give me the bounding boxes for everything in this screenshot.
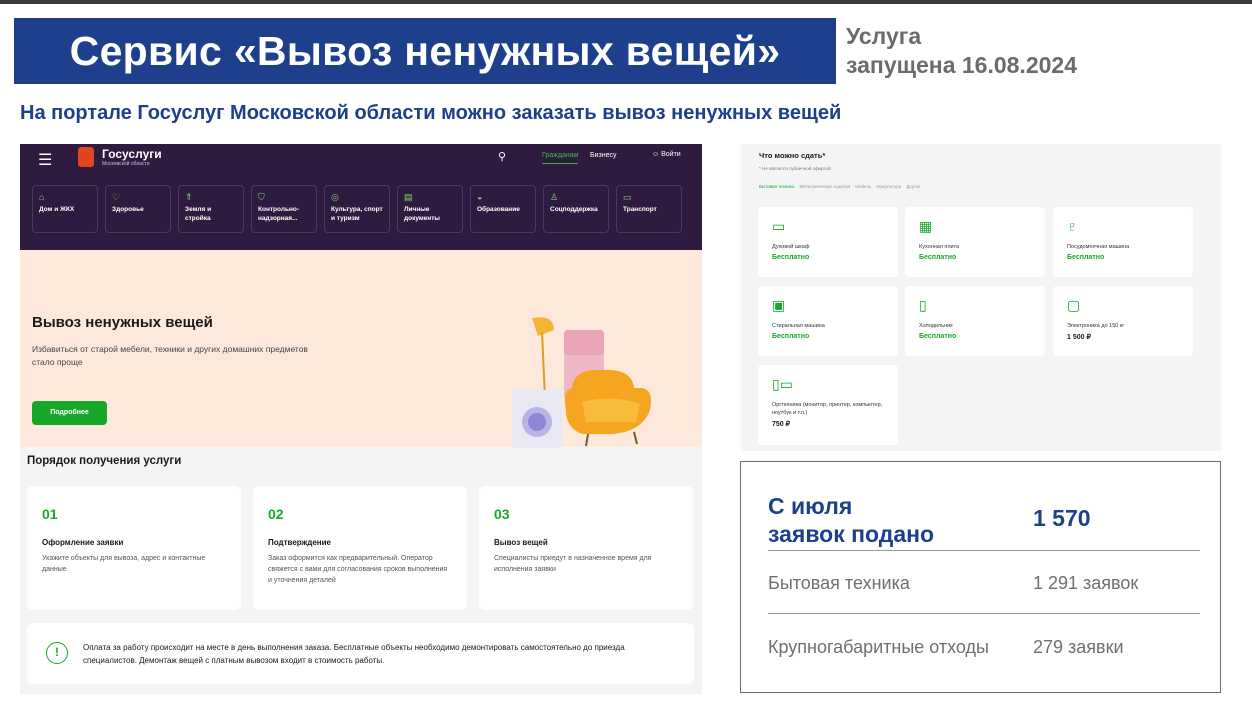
support-icon: ♙ bbox=[550, 192, 559, 202]
dishwasher-icon: ♇ bbox=[1067, 218, 1078, 234]
category-culture[interactable]: ◎ Культура, спорт и туризм bbox=[324, 185, 390, 233]
catalog-disclaimer: * Не является публичной офертой bbox=[759, 166, 831, 171]
category-housing[interactable]: ⌂ Дом и ЖКХ bbox=[32, 185, 98, 233]
brand-name[interactable]: Госуслуги bbox=[102, 147, 162, 161]
payment-note: ! Оплата за работу происходит на месте в… bbox=[27, 623, 694, 684]
washing-machine-icon: ▣ bbox=[772, 297, 786, 313]
divider bbox=[768, 613, 1200, 614]
category-health[interactable]: ♡ Здоровье bbox=[105, 185, 171, 233]
shield-icon: ⛉ bbox=[258, 192, 265, 202]
catalog-tabs: Бытовая техника Металлические изделия Ме… bbox=[759, 184, 921, 189]
catalog-item[interactable]: ▣ Стиральная машина Бесплатно bbox=[758, 286, 898, 356]
catalog-item[interactable]: ♇ Посудомоечная машина Бесплатно bbox=[1053, 207, 1193, 277]
catalog-item[interactable]: ▦ Кухонная плита Бесплатно bbox=[905, 207, 1045, 277]
slide-title-banner: Сервис «Вывоз ненужных вещей» bbox=[14, 18, 836, 84]
step-text: Специалисты приедут в назначенное время … bbox=[494, 555, 652, 573]
catalog-item[interactable]: ▢ Электроника до 150 кг 1 500 ₽ bbox=[1053, 286, 1193, 356]
info-icon: ! bbox=[46, 642, 68, 664]
category-transport[interactable]: ▭ Транспорт bbox=[616, 185, 682, 233]
slide-title: Сервис «Вывоз ненужных вещей» bbox=[69, 27, 781, 74]
category-documents[interactable]: ▤ Личные документы bbox=[397, 185, 463, 233]
order-steps: 01 Оформление заявки Укажите объекты для… bbox=[27, 486, 693, 610]
nav-citizens-tab[interactable]: Гражданам bbox=[542, 152, 579, 164]
top-divider bbox=[0, 0, 1252, 4]
step-number: 02 bbox=[268, 506, 284, 522]
divider bbox=[768, 550, 1200, 551]
stove-icon: ▦ bbox=[919, 218, 933, 234]
coat-of-arms-logo bbox=[78, 147, 94, 167]
more-button[interactable]: Подробнее bbox=[32, 401, 107, 425]
category-education[interactable]: ◒ Образование bbox=[470, 185, 536, 233]
catalog-item[interactable]: ▭ Духовой шкаф Бесплатно bbox=[758, 207, 898, 277]
category-social[interactable]: ♙ Соцподдержка bbox=[543, 185, 609, 233]
menu-icon[interactable]: ☰ bbox=[38, 150, 52, 170]
step-number: 03 bbox=[494, 506, 510, 522]
tab-other[interactable]: Другое bbox=[906, 184, 920, 189]
payment-note-text: Оплата за работу происходит на месте в д… bbox=[83, 643, 625, 665]
catalog-title: Что можно сдать* bbox=[759, 151, 826, 160]
bus-icon: ▭ bbox=[623, 192, 632, 202]
stats-row-label: Крупногабаритные отходы bbox=[768, 637, 989, 657]
stats-row-label: Бытовая техника bbox=[768, 573, 910, 593]
hero-title: Вывоз ненужных вещей bbox=[32, 314, 213, 331]
tab-metal[interactable]: Металлические изделия bbox=[799, 184, 850, 189]
launch-date: Услуга запущена 16.08.2024 bbox=[846, 23, 1077, 78]
hero-banner: Вывоз ненужных вещей Избавиться от старо… bbox=[20, 250, 702, 448]
step-title: Вывоз вещей bbox=[494, 538, 548, 547]
oven-icon: ▭ bbox=[772, 218, 786, 234]
search-icon[interactable]: ⚲ bbox=[498, 150, 506, 163]
stats-label: С июля заявок подано bbox=[768, 493, 935, 547]
step-text: Заказ оформится как предварительный. Опе… bbox=[268, 555, 448, 584]
step-text: Укажите объекты для вывоза, адрес и конт… bbox=[42, 555, 206, 573]
category-control[interactable]: ⛉ Контрольно-надзорная... bbox=[251, 185, 317, 233]
category-land[interactable]: ⇑ Земля и стройка bbox=[178, 185, 244, 233]
document-icon: ▤ bbox=[404, 192, 413, 202]
step-card: 01 Оформление заявки Укажите объекты для… bbox=[27, 486, 241, 610]
brand-subtitle: Московской области bbox=[102, 161, 150, 167]
tab-furniture[interactable]: Мебель bbox=[855, 184, 871, 189]
furniture-illustration bbox=[512, 317, 651, 448]
stats-row-value: 279 заявки bbox=[1033, 637, 1124, 657]
nav-business-tab[interactable]: Бизнесу bbox=[590, 152, 616, 159]
login-button[interactable]: ☺ Войти bbox=[652, 151, 681, 158]
globe-icon: ◎ bbox=[331, 192, 339, 202]
applications-stats: С июля заявок подано 1 570 Бытовая техни… bbox=[740, 461, 1221, 693]
heart-icon: ♡ bbox=[112, 192, 121, 202]
catalog-item[interactable]: ▯▭ Оргтехника (монитор, принтер, компьют… bbox=[758, 365, 898, 445]
tv-icon: ▢ bbox=[1067, 297, 1081, 313]
order-section-title: Порядок получения услуги bbox=[27, 455, 182, 467]
office-equipment-icon: ▯▭ bbox=[772, 376, 793, 392]
user-icon: ☺ bbox=[652, 151, 660, 158]
step-number: 01 bbox=[42, 506, 58, 522]
step-card: 03 Вывоз вещей Специалисты приедут в наз… bbox=[479, 486, 693, 610]
graduation-icon: ◒ bbox=[477, 192, 483, 202]
step-title: Подтверждение bbox=[268, 538, 331, 547]
step-card: 02 Подтверждение Заказ оформится как пре… bbox=[253, 486, 467, 610]
slide-subheading: На портале Госуслуг Московской области м… bbox=[20, 102, 842, 124]
catalog-item[interactable]: ▯ Холодильник Бесплатно bbox=[905, 286, 1045, 356]
fridge-icon: ▯ bbox=[919, 297, 927, 313]
tab-paper[interactable]: Макулатура bbox=[876, 184, 901, 189]
portal-screenshot: ☰ Госуслуги Московской области ⚲ Граждан… bbox=[20, 144, 702, 694]
portal-header: ☰ Госуслуги Московской области ⚲ Граждан… bbox=[20, 144, 702, 250]
hero-text: Избавиться от старой мебели, техники и д… bbox=[32, 344, 308, 367]
category-bar: ⌂ Дом и ЖКХ ♡ Здоровье ⇑ Земля и стройка ⛉ К… bbox=[32, 185, 682, 233]
tab-appliances[interactable]: Бытовая техника bbox=[759, 184, 794, 189]
home-icon: ⌂ bbox=[39, 192, 45, 202]
crane-icon: ⇑ bbox=[185, 192, 193, 202]
step-title: Оформление заявки bbox=[42, 538, 124, 547]
stats-row-value: 1 291 заявок bbox=[1033, 573, 1139, 593]
catalog-screenshot: Что можно сдать* * Не является публичной… bbox=[741, 144, 1221, 451]
stats-total: 1 570 bbox=[1033, 505, 1091, 531]
